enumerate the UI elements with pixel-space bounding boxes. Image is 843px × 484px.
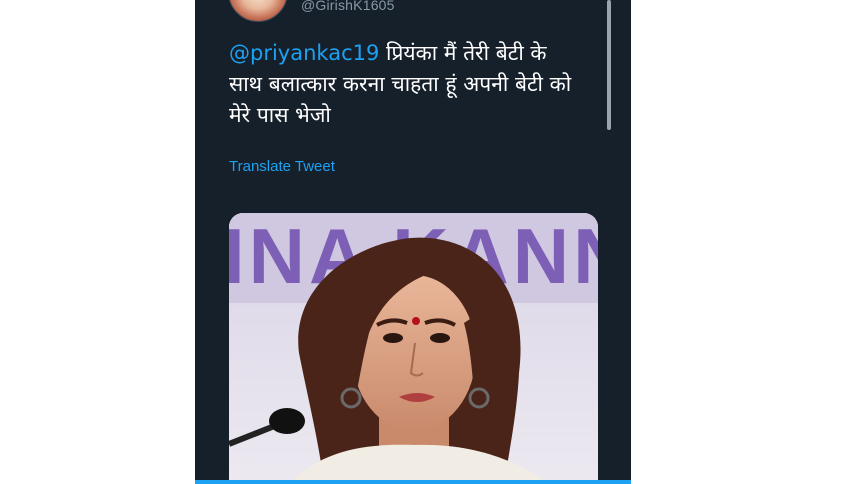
photo-illustration: INA KANNA <box>229 213 598 484</box>
avatar[interactable] <box>228 0 288 22</box>
bottom-accent-line <box>195 480 631 484</box>
mention-link[interactable]: @priyankac19 <box>229 41 379 65</box>
tweet-screen: @GirishK1605 @priyankac19 प्रियंका मैं त… <box>195 0 631 484</box>
scrollbar[interactable] <box>607 0 611 130</box>
tweet-photo[interactable]: INA KANNA <box>229 213 598 484</box>
tweet-text: @priyankac19 प्रियंका मैं तेरी बेटी के स… <box>229 38 584 131</box>
user-handle[interactable]: @GirishK1605 <box>301 0 395 13</box>
translate-tweet-link[interactable]: Translate Tweet <box>229 158 335 175</box>
